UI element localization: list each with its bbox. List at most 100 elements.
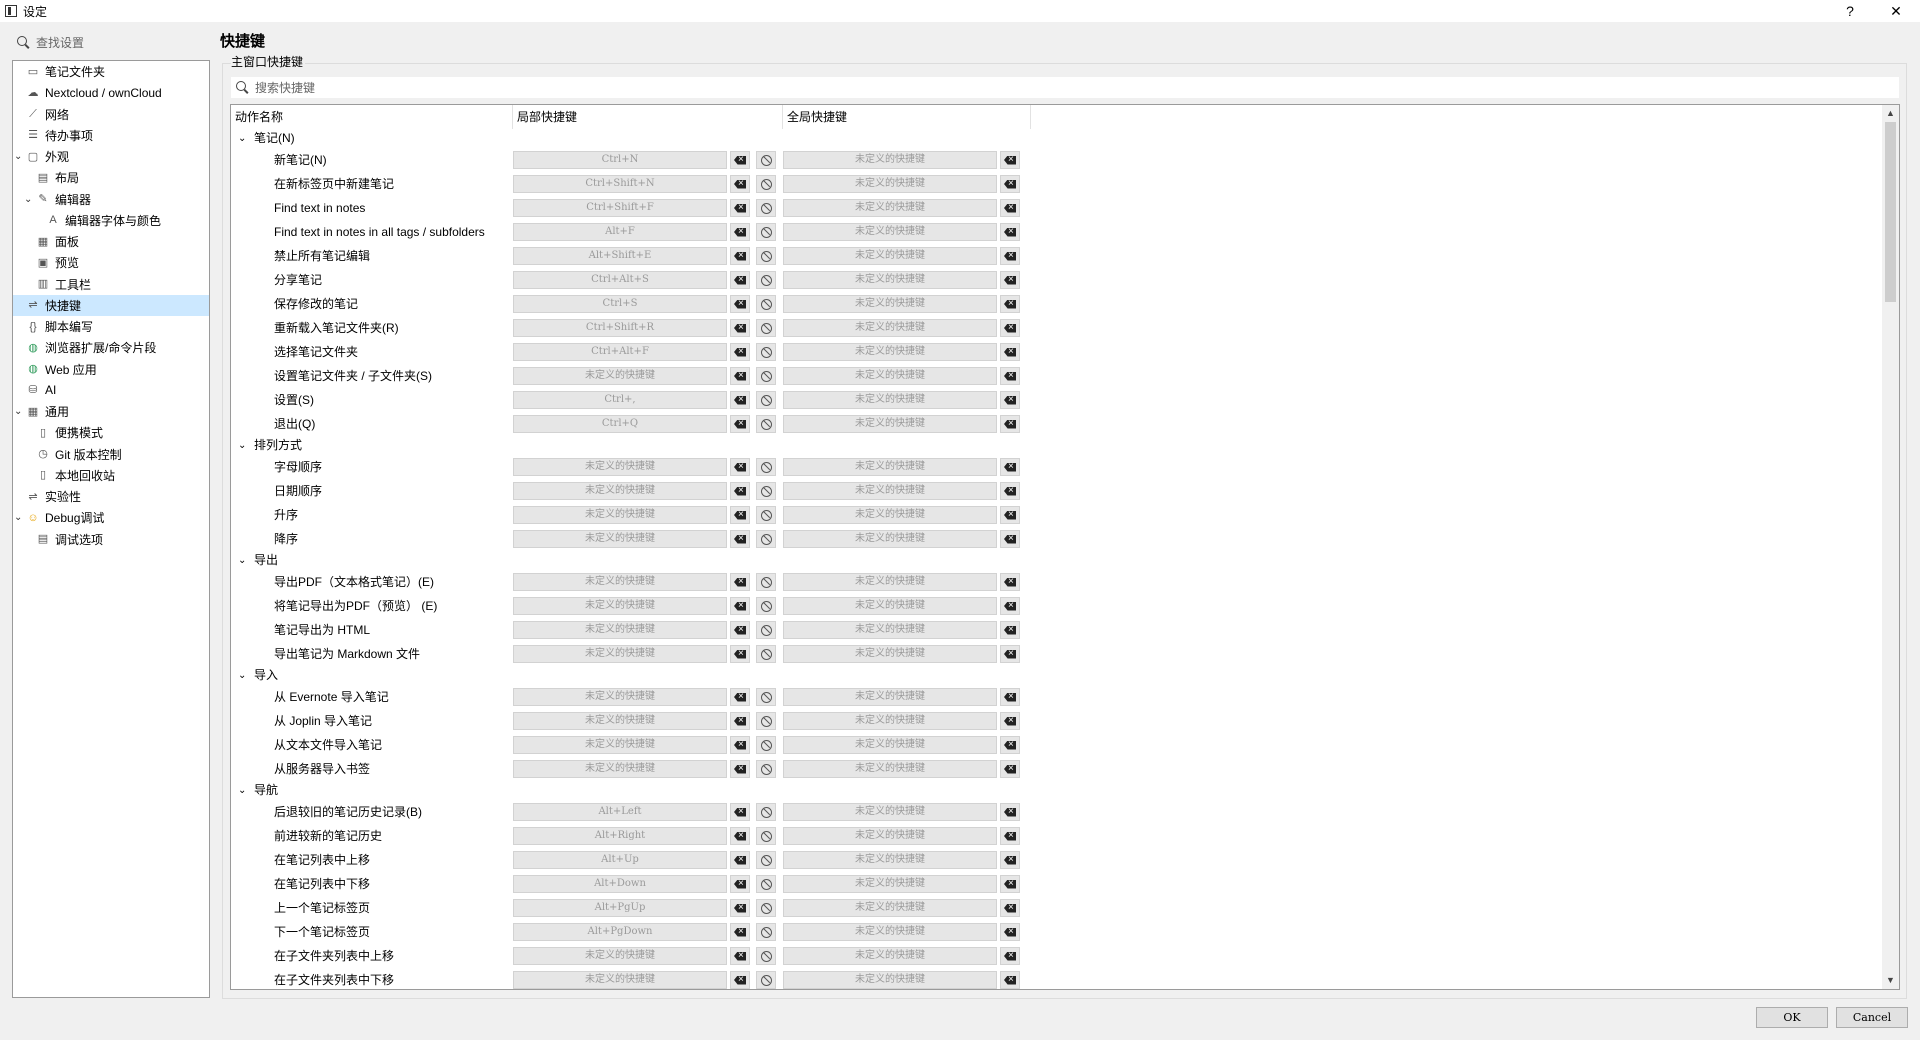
column-header-action[interactable]: 动作名称 xyxy=(231,105,513,129)
clear-global-button[interactable] xyxy=(1000,415,1020,433)
clear-local-button[interactable] xyxy=(730,688,750,706)
tree-item[interactable]: ⌄ ▦ 通用 xyxy=(13,401,209,422)
table-row[interactable]: 在子文件夹列表中上移 未定义的快捷键 未定义的快捷键 xyxy=(231,944,1881,968)
chevron-down-icon[interactable]: ⌄ xyxy=(238,129,246,148)
local-shortcut-field[interactable]: Alt+PgDown xyxy=(513,923,727,941)
clear-local-button[interactable] xyxy=(730,223,750,241)
reset-button[interactable] xyxy=(756,271,776,289)
tree-item[interactable]: ◍ 浏览器扩展/命令片段 xyxy=(13,337,209,358)
reset-button[interactable] xyxy=(756,736,776,754)
clear-global-button[interactable] xyxy=(1000,947,1020,965)
tree-item[interactable]: ▤ 布局 xyxy=(13,167,209,188)
global-shortcut-field[interactable]: 未定义的快捷键 xyxy=(783,851,997,869)
global-shortcut-field[interactable]: 未定义的快捷键 xyxy=(783,295,997,313)
table-row[interactable]: 在笔记列表中下移 Alt+Down 未定义的快捷键 xyxy=(231,872,1881,896)
global-shortcut-field[interactable]: 未定义的快捷键 xyxy=(783,923,997,941)
tree-item[interactable]: ◷ Git 版本控制 xyxy=(13,444,209,465)
reset-button[interactable] xyxy=(756,175,776,193)
clear-local-button[interactable] xyxy=(730,271,750,289)
tree-item[interactable]: ▭ 笔记文件夹 xyxy=(13,61,209,82)
local-shortcut-field[interactable]: 未定义的快捷键 xyxy=(513,597,727,615)
global-shortcut-field[interactable]: 未定义的快捷键 xyxy=(783,151,997,169)
clear-local-button[interactable] xyxy=(730,199,750,217)
clear-global-button[interactable] xyxy=(1000,971,1020,989)
clear-global-button[interactable] xyxy=(1000,175,1020,193)
clear-global-button[interactable] xyxy=(1000,597,1020,615)
local-shortcut-field[interactable]: Ctrl+Shift+F xyxy=(513,199,727,217)
tree-item[interactable]: ▦ 面板 xyxy=(13,231,209,252)
clear-global-button[interactable] xyxy=(1000,875,1020,893)
clear-local-button[interactable] xyxy=(730,247,750,265)
cancel-button[interactable]: Cancel xyxy=(1836,1007,1908,1028)
table-row[interactable]: 在笔记列表中上移 Alt+Up 未定义的快捷键 xyxy=(231,848,1881,872)
clear-local-button[interactable] xyxy=(730,343,750,361)
global-shortcut-field[interactable]: 未定义的快捷键 xyxy=(783,367,997,385)
global-shortcut-field[interactable]: 未定义的快捷键 xyxy=(783,597,997,615)
reset-button[interactable] xyxy=(756,247,776,265)
reset-button[interactable] xyxy=(756,597,776,615)
clear-local-button[interactable] xyxy=(730,971,750,989)
chevron-down-icon[interactable]: ⌄ xyxy=(238,551,246,570)
table-row[interactable]: 分享笔记 Ctrl+Alt+S 未定义的快捷键 xyxy=(231,268,1881,292)
reset-button[interactable] xyxy=(756,971,776,989)
clear-global-button[interactable] xyxy=(1000,199,1020,217)
local-shortcut-field[interactable]: Ctrl+Shift+R xyxy=(513,319,727,337)
tree-item[interactable]: {} 脚本编写 xyxy=(13,316,209,337)
clear-local-button[interactable] xyxy=(730,391,750,409)
global-shortcut-field[interactable]: 未定义的快捷键 xyxy=(783,482,997,500)
tree-item[interactable]: ☰ 待办事项 xyxy=(13,125,209,146)
reset-button[interactable] xyxy=(756,573,776,591)
tree-item[interactable]: ▯ 便携模式 xyxy=(13,422,209,443)
local-shortcut-field[interactable]: Alt+Up xyxy=(513,851,727,869)
tree-item[interactable]: ▤ 调试选项 xyxy=(13,529,209,550)
clear-local-button[interactable] xyxy=(730,827,750,845)
reset-button[interactable] xyxy=(756,760,776,778)
reset-button[interactable] xyxy=(756,319,776,337)
table-row[interactable]: 导出PDF（文本格式笔记）(E) 未定义的快捷键 未定义的快捷键 xyxy=(231,570,1881,594)
settings-search-input[interactable]: 查找设置 xyxy=(12,31,210,53)
global-shortcut-field[interactable]: 未定义的快捷键 xyxy=(783,223,997,241)
column-header-global[interactable]: 全局快捷键 xyxy=(783,105,1031,129)
clear-local-button[interactable] xyxy=(730,295,750,313)
global-shortcut-field[interactable]: 未定义的快捷键 xyxy=(783,271,997,289)
local-shortcut-field[interactable]: Ctrl+Shift+N xyxy=(513,175,727,193)
reset-button[interactable] xyxy=(756,621,776,639)
clear-global-button[interactable] xyxy=(1000,343,1020,361)
reset-button[interactable] xyxy=(756,458,776,476)
clear-local-button[interactable] xyxy=(730,923,750,941)
tree-item[interactable]: A 编辑器字体与颜色 xyxy=(13,210,209,231)
table-row[interactable]: 将笔记导出为PDF（预览） (E) 未定义的快捷键 未定义的快捷键 xyxy=(231,594,1881,618)
table-row[interactable]: 新笔记(N) Ctrl+N 未定义的快捷键 xyxy=(231,148,1881,172)
help-button[interactable]: ? xyxy=(1830,0,1870,22)
local-shortcut-field[interactable]: Ctrl+, xyxy=(513,391,727,409)
reset-button[interactable] xyxy=(756,645,776,663)
global-shortcut-field[interactable]: 未定义的快捷键 xyxy=(783,415,997,433)
local-shortcut-field[interactable]: 未定义的快捷键 xyxy=(513,736,727,754)
reset-button[interactable] xyxy=(756,803,776,821)
reset-button[interactable] xyxy=(756,688,776,706)
group-row[interactable]: ⌄ 笔记(N) xyxy=(231,129,1881,148)
clear-global-button[interactable] xyxy=(1000,367,1020,385)
clear-global-button[interactable] xyxy=(1000,803,1020,821)
local-shortcut-field[interactable]: 未定义的快捷键 xyxy=(513,367,727,385)
table-row[interactable]: 禁止所有笔记编辑 Alt+Shift+E 未定义的快捷键 xyxy=(231,244,1881,268)
table-row[interactable]: 日期顺序 未定义的快捷键 未定义的快捷键 xyxy=(231,479,1881,503)
clear-local-button[interactable] xyxy=(730,760,750,778)
global-shortcut-field[interactable]: 未定义的快捷键 xyxy=(783,391,997,409)
reset-button[interactable] xyxy=(756,151,776,169)
table-row[interactable]: 从服务器导入书签 未定义的快捷键 未定义的快捷键 xyxy=(231,757,1881,781)
close-button[interactable]: ✕ xyxy=(1876,0,1916,22)
reset-button[interactable] xyxy=(756,712,776,730)
table-row[interactable]: 选择笔记文件夹 Ctrl+Alt+F 未定义的快捷键 xyxy=(231,340,1881,364)
local-shortcut-field[interactable]: Ctrl+Q xyxy=(513,415,727,433)
table-row[interactable]: 前进较新的笔记历史 Alt+Right 未定义的快捷键 xyxy=(231,824,1881,848)
clear-global-button[interactable] xyxy=(1000,645,1020,663)
chevron-down-icon[interactable]: ⌄ xyxy=(238,666,246,685)
tree-item[interactable]: ⇌ 实验性 xyxy=(13,486,209,507)
local-shortcut-field[interactable]: 未定义的快捷键 xyxy=(513,573,727,591)
local-shortcut-field[interactable]: Alt+PgUp xyxy=(513,899,727,917)
chevron-down-icon[interactable]: ⌄ xyxy=(14,406,24,417)
clear-global-button[interactable] xyxy=(1000,573,1020,591)
tree-item[interactable]: ◍ Web 应用 xyxy=(13,359,209,380)
local-shortcut-field[interactable]: 未定义的快捷键 xyxy=(513,621,727,639)
